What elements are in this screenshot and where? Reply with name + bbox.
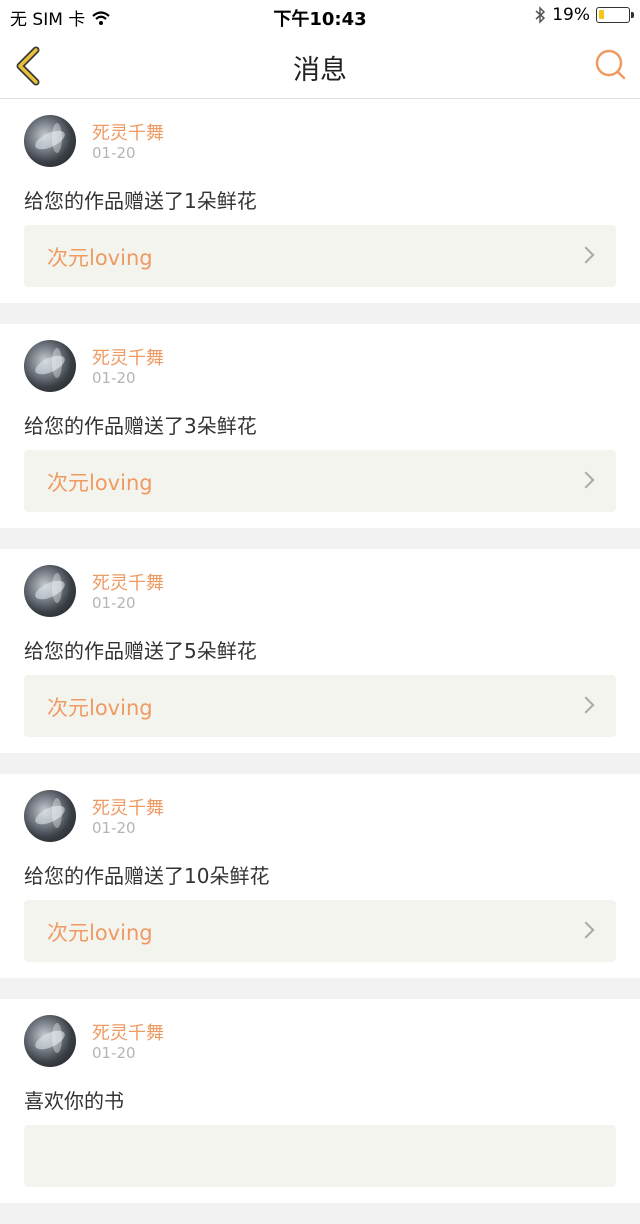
work-title: 次元loving (47, 696, 153, 720)
status-bar: 无 SIM 卡 下午10:43 19% (0, 0, 640, 32)
avatar[interactable] (24, 790, 76, 842)
message-card: 死灵千舞 01-20 给您的作品赠送了10朵鲜花 次元loving (0, 774, 640, 978)
message-text: 给您的作品赠送了10朵鲜花 (24, 864, 270, 888)
message-card: 死灵千舞 01-20 喜欢你的书 (0, 999, 640, 1203)
chevron-right-icon (577, 921, 595, 939)
message-date: 01-20 (92, 819, 136, 837)
battery-icon (596, 7, 634, 23)
work-title: 次元loving (47, 246, 153, 270)
message-text: 给您的作品赠送了3朵鲜花 (24, 414, 257, 438)
message-text: 给您的作品赠送了5朵鲜花 (24, 639, 257, 663)
battery-fill (599, 10, 604, 19)
work-link[interactable] (24, 1125, 616, 1187)
message-text: 给您的作品赠送了1朵鲜花 (24, 189, 257, 213)
nav-bar: 消息 (0, 32, 640, 99)
username[interactable]: 死灵千舞 (92, 119, 164, 145)
avatar[interactable] (24, 340, 76, 392)
username[interactable]: 死灵千舞 (92, 569, 164, 595)
work-link[interactable]: 次元loving (24, 675, 616, 737)
message-card: 死灵千舞 01-20 给您的作品赠送了5朵鲜花 次元loving (0, 549, 640, 753)
username[interactable]: 死灵千舞 (92, 794, 164, 820)
work-title: 次元loving (47, 471, 153, 495)
search-button[interactable] (594, 48, 628, 82)
work-title: 次元loving (47, 921, 153, 945)
battery-percent: 19% (552, 5, 590, 25)
message-date: 01-20 (92, 594, 136, 612)
message-date: 01-20 (92, 144, 136, 162)
message-date: 01-20 (92, 369, 136, 387)
avatar[interactable] (24, 1015, 76, 1067)
work-link[interactable]: 次元loving (24, 450, 616, 512)
page-title: 消息 (293, 55, 347, 86)
bluetooth-icon (535, 6, 546, 24)
avatar[interactable] (24, 115, 76, 167)
message-text: 喜欢你的书 (24, 1089, 124, 1113)
message-date: 01-20 (92, 1044, 136, 1062)
chevron-right-icon (577, 696, 595, 714)
status-right: 19% (534, 5, 634, 25)
username[interactable]: 死灵千舞 (92, 344, 164, 370)
message-card: 死灵千舞 01-20 给您的作品赠送了3朵鲜花 次元loving (0, 324, 640, 528)
chevron-right-icon (577, 246, 595, 264)
message-card: 死灵千舞 01-20 给您的作品赠送了1朵鲜花 次元loving (0, 99, 640, 303)
chevron-right-icon (577, 471, 595, 489)
avatar[interactable] (24, 565, 76, 617)
work-link[interactable]: 次元loving (24, 225, 616, 287)
search-icon (595, 49, 626, 80)
work-link[interactable]: 次元loving (24, 900, 616, 962)
username[interactable]: 死灵千舞 (92, 1019, 164, 1045)
message-list: 死灵千舞 01-20 给您的作品赠送了1朵鲜花 次元loving 死灵千舞 01… (0, 99, 640, 1224)
